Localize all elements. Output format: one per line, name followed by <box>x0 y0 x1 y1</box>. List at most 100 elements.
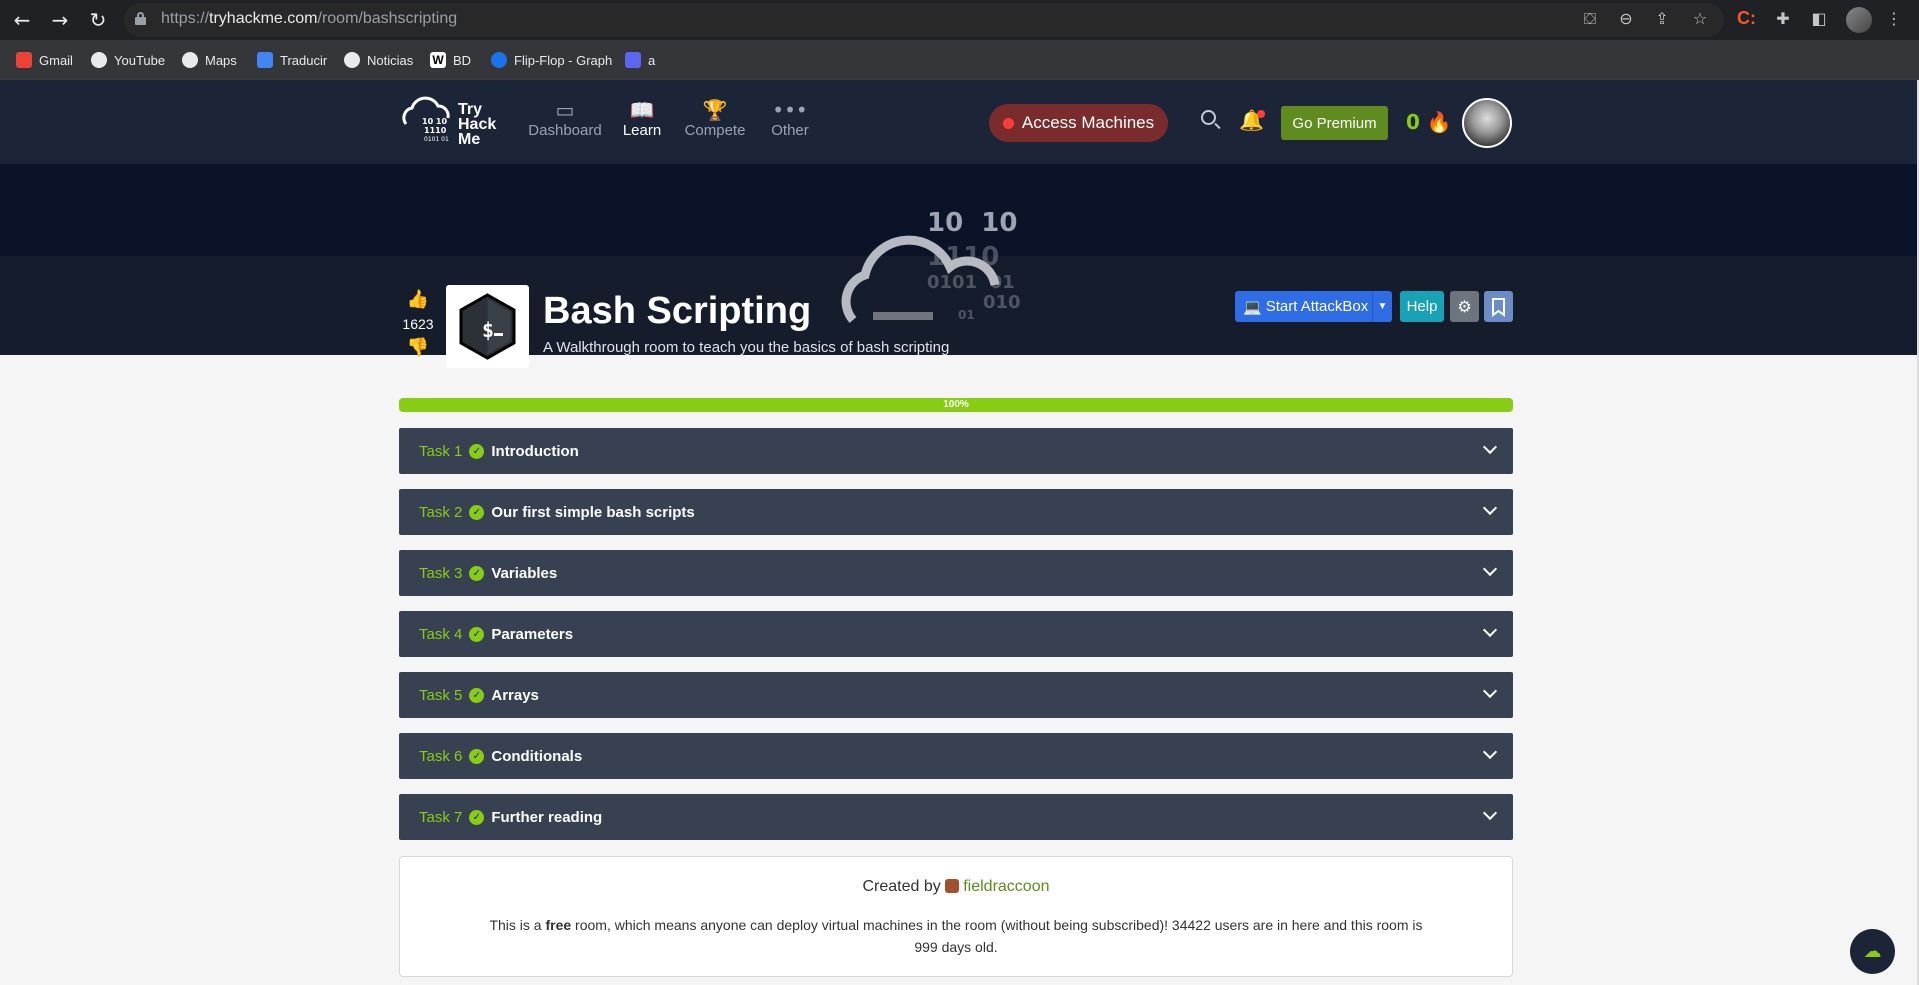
task-5[interactable]: Task 5 ✓ Arrays <box>399 672 1513 718</box>
check-icon: ✓ <box>469 565 485 581</box>
tryhackme-logo[interactable]: 10 10 1110 0101 01 Try Hack Me <box>398 90 508 154</box>
nav-other[interactable]: ••• Other <box>765 98 815 139</box>
chevron-down-icon <box>1482 622 1498 638</box>
graph-icon <box>491 52 507 68</box>
check-icon: ✓ <box>469 626 485 642</box>
back-icon[interactable]: ← <box>8 6 36 34</box>
search-icon[interactable] <box>1201 110 1223 132</box>
trophy-icon: 🏆 <box>702 98 728 122</box>
share-icon[interactable]: ⇪ <box>1651 8 1673 30</box>
browser-toolbar: ← → ↻ https://tryhackme.com/room/bashscr… <box>0 0 1919 40</box>
nav-dashboard[interactable]: ▭ Dashboard <box>526 98 604 139</box>
bookmark-gmail[interactable]: Gmail <box>16 52 73 68</box>
flame-icon: 🔥 <box>1426 110 1452 134</box>
globe-icon <box>344 52 360 68</box>
cloud-logo-icon: 10 10 1110 0101 01 <box>402 96 450 143</box>
task-3[interactable]: Task 3 ✓ Variables <box>399 550 1513 596</box>
task-6[interactable]: Task 6 ✓ Conditionals <box>399 733 1513 779</box>
bookmark-flipflop[interactable]: Flip-Flop - Graph <box>491 52 612 68</box>
globe-icon <box>91 52 107 68</box>
check-icon: ✓ <box>469 809 485 825</box>
task-1[interactable]: Task 1 ✓ Introduction <box>399 428 1513 474</box>
room-subtitle: A Walkthrough room to teach you the basi… <box>543 339 950 356</box>
bookmark-youtube[interactable]: YouTube <box>91 52 165 68</box>
page-content: 10 10 1110 0101 01 Try Hack Me ▭ Dashboa… <box>0 80 1917 985</box>
created-by-line: Created by fieldraccoon <box>862 878 1050 895</box>
bookmark-a[interactable]: a <box>625 52 655 68</box>
room-progress-bar: 100% <box>399 398 1513 412</box>
thumbs-up-icon[interactable]: 👍 <box>398 288 438 312</box>
help-button[interactable]: Help <box>1400 291 1444 322</box>
extensions-icon[interactable]: ✚ <box>1772 8 1794 30</box>
chevron-down-icon <box>1482 683 1498 699</box>
svg-text:10 10: 10 10 <box>422 117 447 126</box>
access-machines-button[interactable]: Access Machines <box>989 104 1168 142</box>
creator-link[interactable]: fieldraccoon <box>963 878 1049 895</box>
banner-digits: 010 <box>983 292 1021 313</box>
sidepanel-icon[interactable]: ◧ <box>1808 8 1830 30</box>
svg-text:1110: 1110 <box>424 126 447 135</box>
reload-icon[interactable]: ↻ <box>84 6 112 34</box>
go-premium-button[interactable]: Go Premium <box>1281 106 1388 140</box>
vote-count: 1623 <box>402 316 434 332</box>
site-navbar: 10 10 1110 0101 01 Try Hack Me ▭ Dashboa… <box>0 80 1917 164</box>
room-info-text: This is a free room, which means anyone … <box>489 917 1423 955</box>
chat-icon[interactable]: ☁ <box>1850 929 1895 974</box>
raccoon-avatar-icon <box>945 879 960 893</box>
bookmark-noticias[interactable]: Noticias <box>344 52 413 68</box>
more-icon: ••• <box>772 98 808 122</box>
logo-text: Try Hack Me <box>458 101 497 148</box>
browser-profile-avatar[interactable] <box>1846 7 1872 33</box>
menu-icon[interactable]: ⋮ <box>1883 8 1905 30</box>
zoom-icon[interactable]: ⊖ <box>1615 8 1637 30</box>
laptop-icon: 💻 <box>1243 297 1262 316</box>
thumbs-down-icon[interactable]: 👎 <box>398 336 438 360</box>
chevron-down-icon <box>1482 439 1498 455</box>
gmail-icon <box>16 52 32 68</box>
lock-icon[interactable] <box>135 12 146 25</box>
user-avatar[interactable] <box>1462 98 1512 148</box>
chevron-down-icon <box>1482 744 1498 760</box>
chevron-down-icon <box>1482 500 1498 516</box>
nav-learn[interactable]: 📖 Learn <box>619 98 665 139</box>
url-text[interactable]: https://tryhackme.com/room/bashscripting <box>161 10 457 28</box>
progress-fill: 100% <box>399 398 1513 412</box>
task-7[interactable]: Task 7 ✓ Further reading <box>399 794 1513 840</box>
wikipedia-icon: W <box>430 52 446 68</box>
app-icon <box>625 52 641 68</box>
globe-icon <box>182 52 198 68</box>
bookmark-icon[interactable] <box>1484 291 1513 322</box>
task-4[interactable]: Task 4 ✓ Parameters <box>399 611 1513 657</box>
translate-icon <box>257 52 273 68</box>
bookmark-maps[interactable]: Maps <box>182 52 237 68</box>
svg-text:$: $ <box>482 318 494 342</box>
forward-icon[interactable]: → <box>46 6 74 34</box>
chevron-down-icon <box>1482 805 1498 821</box>
vote-widget: 👍 1623 👎 <box>398 288 438 360</box>
caret-down-icon[interactable]: ▼ <box>1372 291 1392 322</box>
room-icon: $ <box>446 285 529 368</box>
check-icon: ✓ <box>469 504 485 520</box>
chevron-down-icon <box>1482 561 1498 577</box>
extension-c-icon[interactable]: C: <box>1737 8 1756 29</box>
star-icon[interactable]: ☆ <box>1689 8 1711 30</box>
calendar-icon: ▭ <box>555 98 575 122</box>
banner-digits: 1110 <box>927 242 1000 272</box>
translate-icon[interactable]: ⛋ <box>1579 8 1601 30</box>
notification-dot <box>1257 110 1265 118</box>
bookmark-traducir[interactable]: Traducir <box>257 52 327 68</box>
bookmarks-bar: Gmail YouTube Maps Traducir Noticias W BD… <box>0 40 1919 80</box>
bookmark-bd[interactable]: W BD <box>430 52 471 68</box>
creator-card: Created by fieldraccoon This is a free r… <box>399 856 1513 977</box>
banner-digits: 0101 01 <box>927 272 1015 293</box>
bash-logo-icon: $ <box>459 293 516 360</box>
streak-counter[interactable]: 0 🔥 <box>1406 110 1452 134</box>
room-title: Bash Scripting <box>543 290 812 332</box>
task-2[interactable]: Task 2 ✓ Our first simple bash scripts <box>399 489 1513 535</box>
nav-compete[interactable]: 🏆 Compete <box>682 98 748 139</box>
svg-text:0101 01: 0101 01 <box>424 136 449 143</box>
start-attackbox-button[interactable]: 💻 Start AttackBox ▼ <box>1235 291 1392 322</box>
check-icon: ✓ <box>469 687 485 703</box>
check-icon: ✓ <box>469 748 485 764</box>
gear-icon[interactable]: ⚙ <box>1450 291 1479 322</box>
